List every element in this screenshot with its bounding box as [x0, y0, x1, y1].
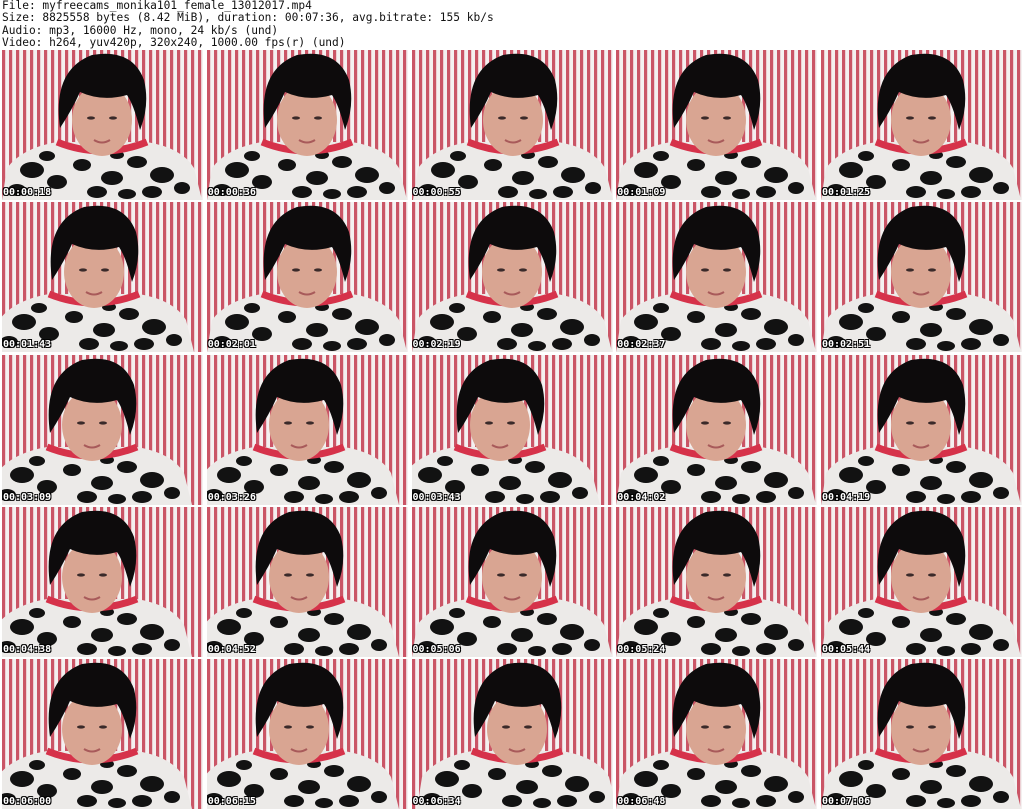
video-thumbnail: 00:02:19	[411, 202, 613, 353]
thumbnail-timestamp: 00:01:43	[3, 339, 52, 351]
thumbnail-timestamp: 00:03:09	[3, 491, 52, 503]
thumbnail-frame	[206, 659, 408, 809]
thumbnail-grid: 00:00:18 00:00:36 00:00:55 00:01:09 00:01:25…	[2, 50, 1022, 809]
thumbnail-frame	[616, 659, 818, 809]
thumbnail-frame	[2, 202, 203, 353]
video-info-line: Video: h264, yuv420p, 320x240, 1000.00 f…	[2, 36, 346, 50]
thumbnail-frame	[616, 354, 818, 505]
thumbnail-timestamp: 00:00:36	[207, 187, 256, 198]
thumbnail-timestamp: 00:02:51	[822, 339, 871, 351]
thumbnail-frame	[821, 354, 1022, 505]
thumbnail-frame	[206, 202, 408, 353]
file-size-line: Size: 8825558 bytes (8.42 MiB), duration…	[2, 11, 494, 25]
thumbnail-frame	[411, 659, 613, 809]
video-thumbnail: 00:01:43	[2, 202, 203, 353]
thumbnail-frame	[411, 506, 613, 657]
video-thumbnail: 00:05:44	[821, 506, 1022, 657]
thumbnail-timestamp: 00:06:48	[617, 796, 666, 807]
thumbnail-frame	[2, 506, 203, 657]
video-thumbnail: 00:02:51	[821, 202, 1022, 353]
thumbnail-timestamp: 00:02:01	[207, 339, 256, 351]
video-thumbnail: 00:00:55	[411, 50, 613, 200]
thumbnail-timestamp: 00:06:15	[207, 796, 256, 807]
thumbnail-frame	[821, 50, 1022, 200]
video-thumbnail: 00:02:37	[616, 202, 818, 353]
thumbnail-frame	[821, 506, 1022, 657]
video-thumbnail: 00:02:01	[206, 202, 408, 353]
thumbnail-frame	[411, 202, 613, 353]
thumbnail-timestamp: 00:03:43	[412, 491, 461, 503]
video-thumbnail: 00:04:19	[821, 354, 1022, 505]
thumbnail-frame	[616, 50, 818, 200]
video-thumbnail: 00:05:24	[616, 506, 818, 657]
thumbnail-timestamp: 00:00:18	[3, 187, 52, 198]
thumbnail-frame	[616, 506, 818, 657]
video-thumbnail: 00:03:26	[206, 354, 408, 505]
thumbnail-timestamp: 00:04:02	[617, 491, 666, 503]
thumbnail-frame	[2, 354, 203, 505]
thumbnail-timestamp: 00:07:06	[822, 796, 871, 807]
thumbnail-timestamp: 00:05:44	[822, 643, 871, 655]
video-thumbnail: 00:06:00	[2, 659, 203, 809]
thumbnail-frame	[411, 354, 613, 505]
video-thumbnail: 00:00:36	[206, 50, 408, 200]
thumbnail-timestamp: 00:04:19	[822, 491, 871, 503]
video-thumbnail: 00:01:09	[616, 50, 818, 200]
thumbnail-timestamp: 00:05:24	[617, 643, 666, 655]
thumbnail-timestamp: 00:04:38	[3, 643, 52, 655]
thumbnail-frame	[206, 506, 408, 657]
thumbnail-frame	[206, 50, 408, 200]
thumbnail-frame	[206, 354, 408, 505]
thumbnail-frame	[821, 659, 1022, 809]
video-thumbnail: 00:05:06	[411, 506, 613, 657]
thumbnail-timestamp: 00:05:06	[412, 643, 461, 655]
video-thumbnail: 00:04:02	[616, 354, 818, 505]
thumbnail-timestamp: 00:01:09	[617, 187, 666, 198]
video-thumbnail: 00:03:09	[2, 354, 203, 505]
video-thumbnail: 00:06:34	[411, 659, 613, 809]
video-thumbnail: 00:07:06	[821, 659, 1022, 809]
video-thumbnail: 00:06:48	[616, 659, 818, 809]
thumbnail-frame	[821, 202, 1022, 353]
video-thumbnail: 00:04:52	[206, 506, 408, 657]
video-thumbnail: 00:01:25	[821, 50, 1022, 200]
thumbnail-frame	[411, 50, 613, 200]
thumbnail-timestamp: 00:01:25	[822, 187, 871, 198]
video-thumbnail: 00:00:18	[2, 50, 203, 200]
thumbnail-timestamp: 00:00:55	[412, 187, 461, 198]
thumbnail-timestamp: 00:06:34	[412, 796, 461, 807]
video-thumbnail: 00:06:15	[206, 659, 408, 809]
thumbnail-frame	[2, 659, 203, 809]
thumbnail-timestamp: 00:04:52	[207, 643, 256, 655]
thumbnail-timestamp: 00:02:37	[617, 339, 666, 351]
video-thumbnail: 00:04:38	[2, 506, 203, 657]
file-info-header: File: myfreecams_monika101_female_130120…	[0, 0, 1024, 50]
thumbnail-timestamp: 00:02:19	[412, 339, 461, 351]
thumbnail-timestamp: 00:06:00	[3, 796, 52, 807]
thumbnail-timestamp: 00:03:26	[207, 491, 256, 503]
thumbnail-frame	[616, 202, 818, 353]
thumbnail-frame	[2, 50, 203, 200]
video-thumbnail: 00:03:43	[411, 354, 613, 505]
